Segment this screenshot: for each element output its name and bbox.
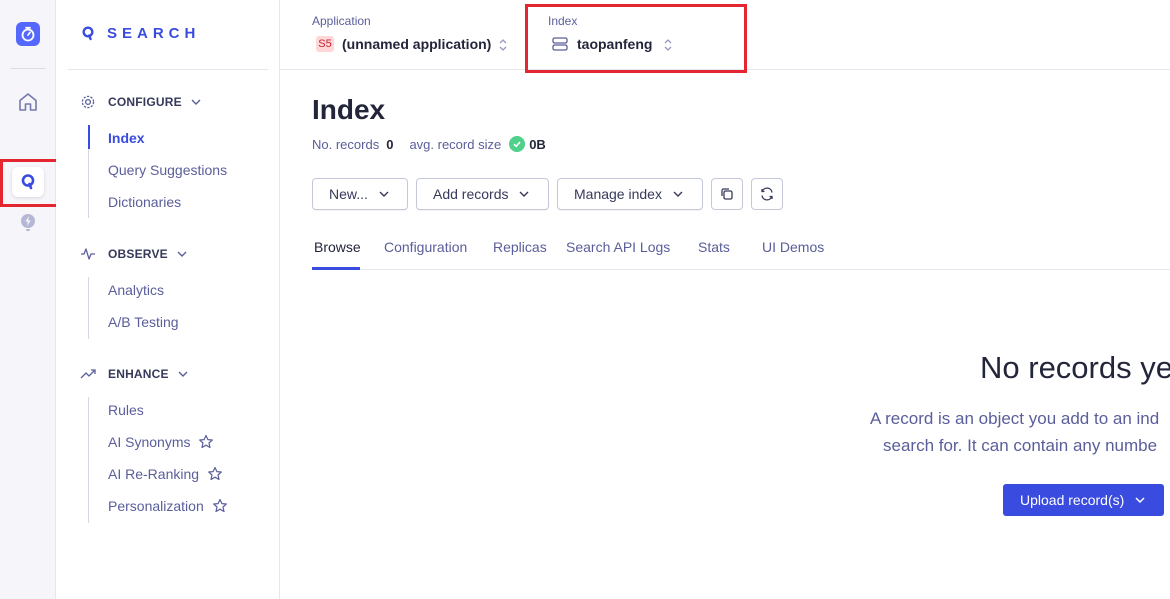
- application-badge: S5: [316, 36, 334, 52]
- highlight-box-search-product: [0, 159, 63, 207]
- tab-browse[interactable]: Browse: [314, 239, 361, 255]
- star-icon: [208, 466, 222, 481]
- algolia-logo-icon[interactable]: [16, 22, 40, 46]
- product-sidebar: SEARCH CONFIGURE Index Query Suggestions…: [56, 0, 280, 599]
- active-tab-indicator: [312, 267, 360, 270]
- search-logo-icon: [82, 25, 94, 40]
- section-label: ENHANCE: [108, 367, 169, 381]
- star-icon: [212, 498, 227, 513]
- sidebar-item-ab-testing[interactable]: A/B Testing: [108, 314, 179, 330]
- sidebar-item-query-suggestions[interactable]: Query Suggestions: [108, 162, 227, 178]
- active-indicator: [88, 125, 90, 149]
- sidebar-item-ai-re-ranking[interactable]: AI Re-Ranking: [108, 466, 223, 482]
- sidebar-item-ai-synonyms[interactable]: AI Synonyms: [108, 434, 214, 450]
- manage-index-button[interactable]: Manage index: [557, 178, 703, 210]
- section-label: CONFIGURE: [108, 95, 182, 109]
- section-line: [88, 397, 89, 523]
- chevron-down-icon: [673, 191, 683, 197]
- section-line: [88, 277, 89, 339]
- application-label: Application: [312, 14, 371, 28]
- section-label: OBSERVE: [108, 247, 168, 261]
- star-icon: [199, 434, 214, 449]
- index-stats: No. records 0 avg. record size 0B: [312, 136, 546, 152]
- tab-search-api-logs[interactable]: Search API Logs: [566, 239, 670, 255]
- records-label: No. records: [312, 136, 380, 152]
- chevron-down-icon: [177, 251, 187, 257]
- application-selector[interactable]: S5 (unnamed application): [316, 36, 491, 52]
- chevron-down-icon: [191, 99, 201, 105]
- check-circle-icon: [509, 136, 526, 152]
- gear-icon: [81, 95, 95, 109]
- upload-records-button[interactable]: Upload record(s): [1003, 484, 1164, 516]
- application-name: (unnamed application): [342, 36, 492, 52]
- chevron-down-icon: [1135, 497, 1145, 504]
- highlight-box-index-selector: [525, 4, 747, 73]
- refresh-button[interactable]: [751, 178, 783, 210]
- rail-divider: [10, 68, 46, 69]
- copy-button[interactable]: [711, 178, 743, 210]
- trending-up-icon: [80, 369, 96, 379]
- empty-state-title: No records ye: [980, 350, 1170, 385]
- chevron-down-icon: [379, 191, 389, 197]
- section-enhance[interactable]: ENHANCE: [80, 366, 189, 382]
- refresh-icon: [761, 187, 773, 201]
- tab-configuration[interactable]: Configuration: [384, 239, 467, 255]
- app-rail: [0, 0, 56, 599]
- brand-name: SEARCH: [107, 25, 201, 42]
- sidebar-item-analytics[interactable]: Analytics: [108, 282, 164, 298]
- copy-icon: [721, 188, 733, 200]
- page-title: Index: [312, 94, 386, 125]
- empty-state-line1: A record is an object you add to an ind: [870, 409, 1160, 428]
- sidebar-item-personalization[interactable]: Personalization: [108, 498, 228, 514]
- empty-state-line2: search for. It can contain any numbe: [883, 436, 1158, 455]
- sidebar-divider: [68, 69, 268, 70]
- sidebar-item-rules[interactable]: Rules: [108, 402, 144, 418]
- index-tabs: Browse Configuration Replicas Search API…: [312, 236, 1170, 270]
- main-content: Application S5 (unnamed application) Ind…: [280, 0, 1170, 599]
- tab-replicas[interactable]: Replicas: [493, 239, 547, 255]
- avg-size-label: avg. record size: [409, 136, 502, 152]
- avg-size-value: 0B: [529, 136, 546, 152]
- section-configure[interactable]: CONFIGURE: [80, 94, 202, 110]
- brand: SEARCH: [82, 25, 200, 42]
- records-value: 0: [386, 136, 394, 152]
- activity-icon: [81, 248, 95, 260]
- sidebar-item-index[interactable]: Index: [108, 130, 145, 146]
- sidebar-item-dictionaries[interactable]: Dictionaries: [108, 194, 181, 210]
- section-observe[interactable]: OBSERVE: [80, 246, 188, 262]
- add-records-button[interactable]: Add records: [416, 178, 549, 210]
- tab-ui-demos[interactable]: UI Demos: [762, 239, 824, 255]
- tab-stats[interactable]: Stats: [698, 239, 730, 255]
- chevron-down-icon: [519, 191, 529, 197]
- lightning-icon[interactable]: [16, 210, 40, 234]
- new-button[interactable]: New...: [312, 178, 408, 210]
- home-icon[interactable]: [16, 90, 40, 114]
- chevron-down-icon: [178, 371, 188, 377]
- chevron-up-down-icon[interactable]: [497, 36, 509, 54]
